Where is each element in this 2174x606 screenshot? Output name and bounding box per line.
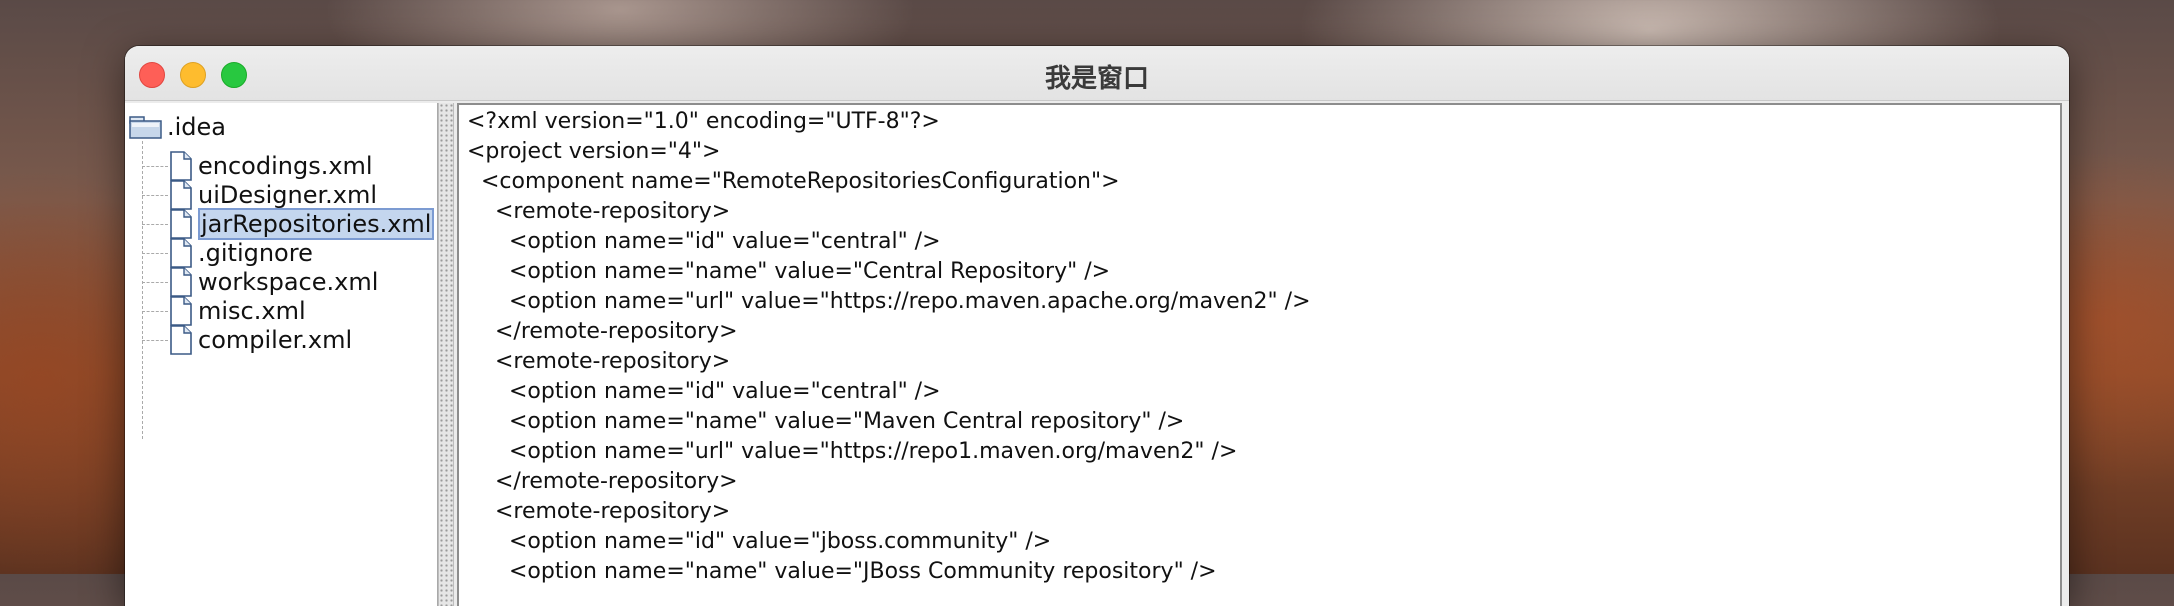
code-line: <component name="RemoteRepositoriesConfi…	[467, 169, 1120, 194]
tree-guide-line	[142, 282, 168, 283]
tree-node-label: encodings.xml	[198, 152, 373, 180]
tree-guide-line	[142, 340, 168, 341]
tree-guide-line	[142, 224, 168, 225]
code-line: <option name="url" value="https://repo1.…	[467, 439, 1238, 464]
tree-guide-line	[142, 195, 168, 196]
code-line: <project version="4">	[467, 139, 721, 164]
tree-guide-line	[142, 311, 168, 312]
code-line: <option name="url" value="https://repo.m…	[467, 289, 1311, 314]
window-title: 我是窗口	[1044, 64, 1149, 94]
code-line: <option name="id" value="jboss.community…	[467, 529, 1052, 554]
code-line: <option name="name" value="Maven Central…	[467, 409, 1185, 434]
file-icon	[170, 325, 192, 355]
app-window: 我是窗口 .idea encodings.xml uiDesigner.xml ja…	[125, 46, 2069, 606]
code-line: <remote-repository>	[467, 349, 731, 374]
xml-text-area[interactable]: <?xml version="1.0" encoding="UTF-8"?> <p…	[457, 103, 2062, 606]
tree-guide-line	[142, 253, 168, 254]
file-tree[interactable]: .idea encodings.xml uiDesigner.xml jarRepo…	[125, 103, 438, 606]
code-line: </remote-repository>	[467, 469, 738, 494]
tree-node-label: misc.xml	[198, 297, 306, 325]
tree-node-idea-folder[interactable]: .idea	[129, 109, 226, 145]
title-bar[interactable]: 我是窗口	[125, 46, 2069, 101]
code-line: <remote-repository>	[467, 499, 731, 524]
code-line: </remote-repository>	[467, 319, 738, 344]
tree-node-file[interactable]: compiler.xml	[170, 322, 352, 358]
code-line: <remote-repository>	[467, 199, 731, 224]
code-line: <option name="name" value="JBoss Communi…	[467, 559, 1217, 584]
code-line: <option name="name" value="Central Repos…	[467, 259, 1111, 284]
tree-guide-line	[142, 166, 168, 167]
code-line: <option name="id" value="central" />	[467, 379, 941, 404]
code-line: <?xml version="1.0" encoding="UTF-8"?>	[467, 109, 940, 134]
tree-node-label: compiler.xml	[198, 326, 353, 354]
tree-node-label: uiDesigner.xml	[198, 181, 378, 209]
tree-node-label: workspace.xml	[198, 268, 379, 296]
tree-guide-line	[142, 141, 143, 439]
code-line: <option name="id" value="central" />	[467, 229, 941, 254]
tree-node-label: .idea	[167, 113, 227, 141]
folder-icon	[129, 114, 163, 140]
tree-node-label: .gitignore	[198, 239, 313, 267]
split-pane-divider[interactable]	[438, 103, 454, 606]
